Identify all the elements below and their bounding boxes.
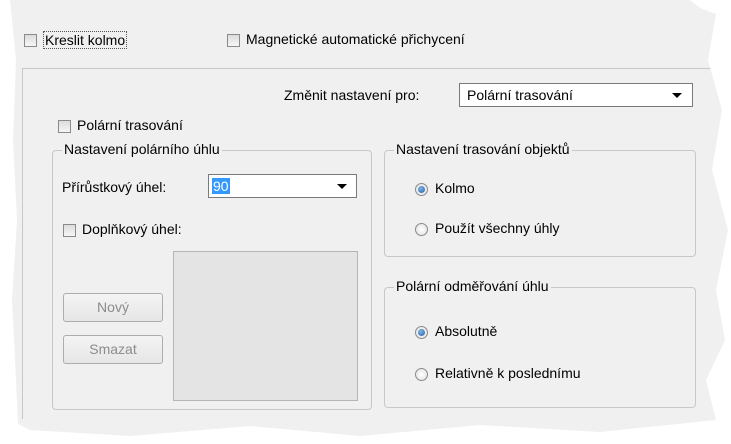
chevron-down-icon <box>337 184 347 189</box>
increment-angle-value: 90 <box>212 178 230 194</box>
object-tracking-group <box>384 150 696 257</box>
chevron-down-icon <box>672 93 682 98</box>
delete-angle-button[interactable]: Smazat <box>63 335 163 364</box>
polar-tracking-checkbox[interactable] <box>58 120 71 133</box>
increment-angle-label: Přírůstkový úhel: <box>62 179 167 195</box>
kreslit-kolmo-label[interactable]: Kreslit kolmo <box>43 31 128 49</box>
relative-label[interactable]: Relativně k poslednímu <box>435 365 581 381</box>
all-angles-label[interactable]: Použít všechny úhly <box>435 220 560 236</box>
increment-angle-select[interactable]: 90 <box>208 174 357 198</box>
relative-radio[interactable] <box>415 368 428 381</box>
orthogonal-radio[interactable] <box>415 183 428 196</box>
polar-measurement-group-title: Polární odměřování úhlu <box>394 278 551 294</box>
polar-measurement-group <box>384 287 696 408</box>
object-tracking-group-title: Nastavení trasování objektů <box>394 141 572 157</box>
additional-angle-label[interactable]: Doplňkový úhel: <box>82 221 182 237</box>
new-angle-button[interactable]: Nový <box>63 293 163 322</box>
polar-tracking-label[interactable]: Polární trasování <box>77 117 183 133</box>
absolute-radio[interactable] <box>415 326 428 339</box>
polar-angle-group-title: Nastavení polárního úhlu <box>62 141 222 157</box>
change-settings-select[interactable]: Polární trasování <box>459 83 693 107</box>
magneticke-checkbox[interactable] <box>227 34 240 47</box>
drafting-settings-dialog: Kreslit kolmo Magnetické automatické při… <box>0 0 728 436</box>
additional-angle-checkbox[interactable] <box>63 224 76 237</box>
absolute-label[interactable]: Absolutně <box>435 323 497 339</box>
change-settings-value: Polární trasování <box>467 87 573 103</box>
additional-angles-list[interactable] <box>173 251 358 401</box>
all-angles-radio[interactable] <box>415 223 428 236</box>
kreslit-kolmo-checkbox[interactable] <box>24 34 37 47</box>
change-settings-label: Změnit nastavení pro: <box>284 87 420 103</box>
orthogonal-label[interactable]: Kolmo <box>435 180 475 196</box>
magneticke-label[interactable]: Magnetické automatické přichycení <box>246 31 465 47</box>
